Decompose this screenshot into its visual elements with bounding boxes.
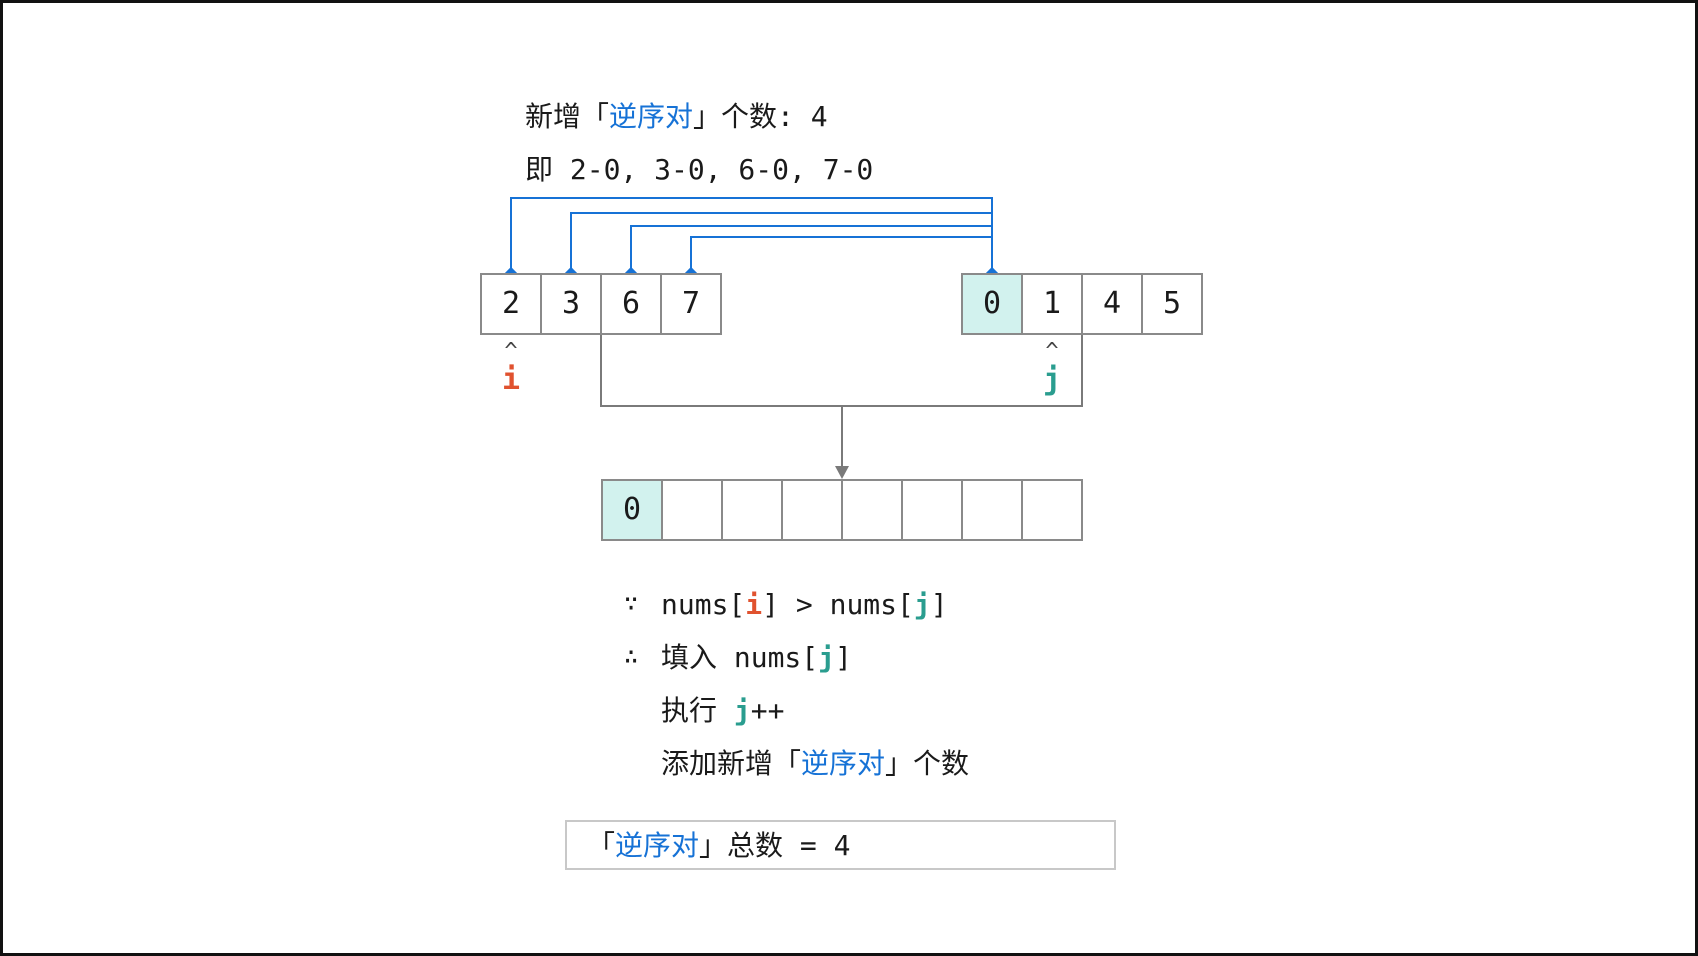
- because-i: i: [745, 588, 763, 621]
- total-count-text: 「逆序对」总数 = 4: [587, 832, 850, 860]
- merged-cell-1: [661, 479, 723, 541]
- merged-value-0: 0: [623, 492, 641, 527]
- pointers: ^ i ^ j: [502, 339, 1061, 397]
- because-j: j: [913, 588, 931, 621]
- exec-part-b: ++: [750, 694, 785, 727]
- new-pairs-line: 新增「逆序对」个数: 4: [525, 103, 828, 131]
- connector-7-0: [690, 236, 992, 274]
- pair-connectors: [510, 197, 993, 274]
- total-keyword: 逆序对: [615, 829, 700, 862]
- diagram-svg: 2 3 6 7 0 1 4 5 0 ^ i ^ j: [0, 0, 1698, 956]
- fill-part-b: ]: [835, 641, 852, 674]
- because-part-b: ] > nums[: [762, 588, 914, 621]
- connector-3-0: [570, 212, 992, 274]
- fill-j: j: [818, 641, 836, 674]
- pairs-list-line: 即 2-0, 3-0, 6-0, 7-0: [525, 153, 874, 186]
- right-value-0: 0: [983, 286, 1001, 321]
- because-symbol: ∵: [624, 589, 639, 617]
- j-pointer: j: [1043, 362, 1061, 397]
- i-caret: ^: [504, 339, 517, 364]
- fill-part-a: 填入 nums[: [661, 641, 819, 674]
- exec-line: 执行 j++: [661, 697, 784, 725]
- because-part-a: nums[: [661, 588, 746, 621]
- diagram-canvas: 2 3 6 7 0 1 4 5 0 ^ i ^ j 新增「逆序对」个数: 4 即…: [0, 0, 1698, 956]
- merged-cell-3: [781, 479, 843, 541]
- because-part-c: ]: [930, 588, 948, 621]
- right-value-3: 5: [1163, 286, 1181, 321]
- merged-cell-7: [1021, 479, 1083, 541]
- connector-6-0: [630, 225, 992, 274]
- left-value-2: 6: [622, 286, 640, 321]
- add-prefix: 添加新增「: [661, 747, 802, 780]
- therefore-symbol: ∴: [624, 642, 639, 670]
- left-value-0: 2: [502, 286, 520, 321]
- right-value-2: 4: [1103, 286, 1121, 321]
- new-pairs-count: 」个数: 4: [693, 100, 828, 133]
- total-prefix: 「: [587, 829, 616, 862]
- because-line: nums[i] > nums[j]: [661, 591, 948, 619]
- exec-j: j: [733, 694, 751, 727]
- fill-line: 填入 nums[j]: [661, 644, 852, 672]
- new-pairs-prefix: 新增「: [525, 100, 610, 133]
- add-keyword: 逆序对: [801, 747, 886, 780]
- i-pointer: i: [502, 362, 520, 397]
- merged-cell-6: [961, 479, 1023, 541]
- left-value-1: 3: [562, 286, 580, 321]
- merged-cell-4: [841, 479, 903, 541]
- merge-lines: [600, 334, 1083, 468]
- right-value-1: 1: [1043, 286, 1061, 321]
- merged-array: [601, 479, 1083, 541]
- total-value: 」总数 = 4: [699, 829, 851, 862]
- frame-border: [0, 0, 1698, 956]
- j-caret: ^: [1045, 339, 1058, 364]
- new-pairs-keyword: 逆序对: [609, 100, 694, 133]
- add-line: 添加新增「逆序对」个数: [661, 750, 969, 778]
- merged-cell-2: [721, 479, 783, 541]
- left-value-3: 7: [682, 286, 700, 321]
- merged-cell-5: [901, 479, 963, 541]
- merge-arrow-head: [835, 466, 849, 479]
- add-suffix: 」个数: [885, 747, 970, 780]
- exec-part-a: 执行: [661, 694, 734, 727]
